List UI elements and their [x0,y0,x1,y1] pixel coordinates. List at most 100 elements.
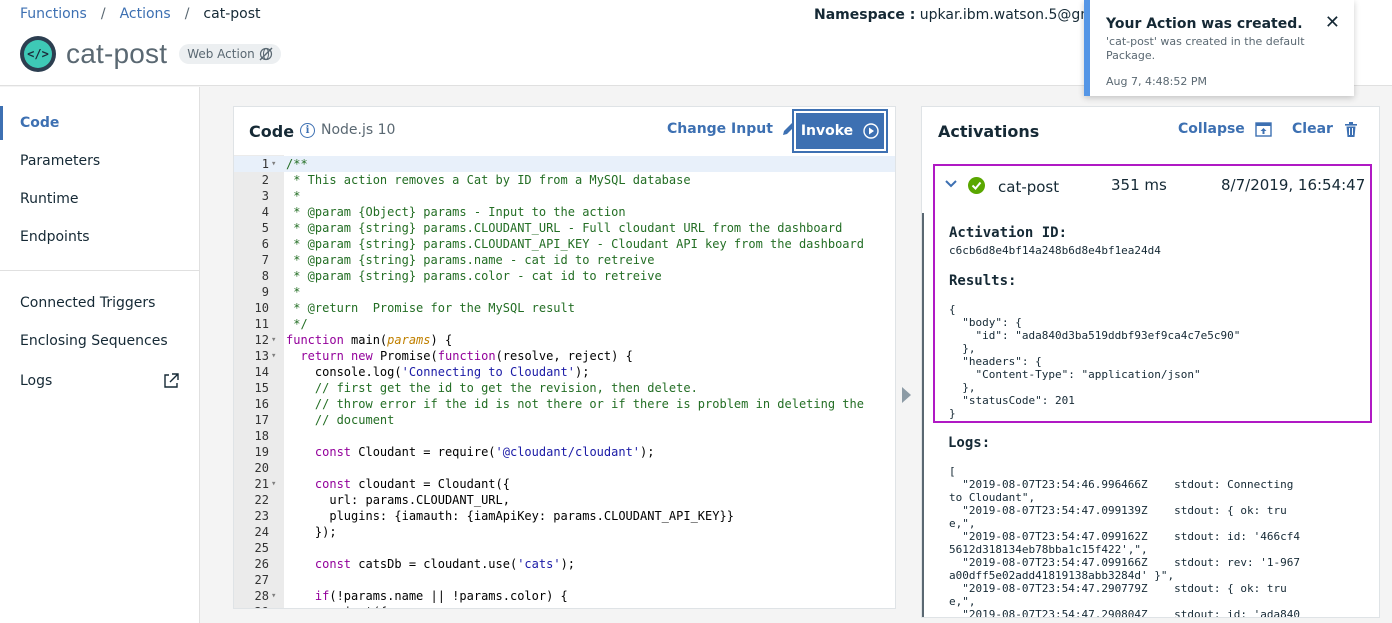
collapse-button[interactable]: Collapse [1178,121,1272,137]
breadcrumb-actions[interactable]: Actions [120,6,171,22]
external-link-icon[interactable] [163,373,179,389]
sidebar-item-enclosing-sequences[interactable]: Enclosing Sequences [20,333,168,349]
activation-duration: 351 ms [1111,176,1167,194]
code-line[interactable]: 16 // throw error if the id is not there… [234,396,895,412]
fold-arrow-icon[interactable]: ▾ [271,588,276,604]
change-input-button[interactable]: Change Input [667,121,797,137]
fold-arrow-icon[interactable]: ▾ [271,348,276,364]
activation-name: cat-post [998,178,1060,196]
line-number: 6 [261,237,269,251]
info-icon[interactable]: i [300,122,315,138]
code-line[interactable]: 15 // first get the id to get the revisi… [234,380,895,396]
code-line[interactable]: 19 const Cloudant = require('@cloudant/c… [234,444,895,460]
code-line[interactable]: 7 * @param {string} params.name - cat id… [234,252,895,268]
sidebar-item-runtime[interactable]: Runtime [20,191,78,207]
code-line[interactable]: 4 * @param {Object} params - Input to th… [234,204,895,220]
code-line[interactable]: 13 ▾ return new Promise(function(resolve,… [234,348,895,364]
web-disabled-icon [259,47,273,61]
code-text: }); [286,525,337,539]
code-line[interactable]: 26 const catsDb = cloudant.use('cats'); [234,556,895,572]
code-line[interactable]: 24 }); [234,524,895,540]
breadcrumb: Functions / Actions / cat-post [20,6,260,22]
page-title: cat-post [66,38,168,69]
line-number: 22 [254,493,269,507]
play-icon [863,123,879,139]
sidebar-item-connected-triggers[interactable]: Connected Triggers [20,295,155,311]
sidebar-item-logs[interactable]: Logs [20,373,52,389]
code-line[interactable]: 20 [234,460,895,476]
code-line[interactable]: 29 reject({ [234,604,895,608]
expand-arrow-icon[interactable] [902,387,911,403]
log-line: [ [949,465,956,478]
fold-arrow-icon[interactable]: ▾ [271,332,276,348]
code-text: function main(params) { [286,333,453,347]
fold-arrow-icon[interactable]: ▾ [271,156,276,172]
code-line[interactable]: 23 plugins: {iamauth: {iamApiKey: params… [234,508,895,524]
line-number: 19 [254,445,269,459]
code-line[interactable]: 25 [234,540,895,556]
code-line[interactable]: 10 * @return Promise for the MySQL resul… [234,300,895,316]
code-line[interactable]: 22 url: params.CLOUDANT_URL, [234,492,895,508]
activations-panel: Activations Collapse Clear cat-post 351 … [921,106,1380,618]
namespace-value[interactable]: upkar.ibm.watson.5@gma [920,7,1103,23]
code-line[interactable]: 12 ▾ function main(params) { [234,332,895,348]
sidebar-item-code[interactable]: Code [20,115,59,131]
code-text: * @param {string} params.CLOUDANT_API_KE… [286,237,864,251]
code-editor[interactable]: 1 ▾/** 2 * This action removes a Cat by ID… [234,155,895,608]
results-line: }, [949,381,976,394]
code-text: const cloudant = Cloudant({ [314,477,510,491]
clear-button[interactable]: Clear [1292,121,1357,137]
line-number: 26 [254,557,269,571]
code-line[interactable]: 27 [234,572,895,588]
results-line: "Content-Type": "application/json" [949,368,1201,381]
code-text: * @param {string} params.CLOUDANT_URL - … [286,221,843,235]
breadcrumb-separator: / [184,6,190,22]
activation-row[interactable]: cat-post 351 ms 8/7/2019, 16:54:47 [935,166,1370,208]
collapse-icon [1255,121,1272,137]
sidebar-item-parameters[interactable]: Parameters [20,153,100,169]
code-line[interactable]: 28 ▾ if(!params.name || !params.color) { [234,588,895,604]
fold-arrow-icon[interactable]: ▾ [271,476,276,492]
code-line[interactable]: 6 * @param {string} params.CLOUDANT_API_… [234,236,895,252]
code-line[interactable]: 3 * [234,188,895,204]
results-line: "statusCode": 201 [949,394,1075,407]
toast-title: Your Action was created. [1106,16,1303,32]
notification-toast: Your Action was created. 'cat-post' was … [1084,0,1354,96]
results-line: "body": { [949,316,1022,329]
close-icon[interactable]: ✕ [1325,12,1340,33]
code-text: * @param {string} params.name - cat id t… [286,253,655,267]
code-line[interactable]: 11 */ [234,316,895,332]
sidebar-item-endpoints[interactable]: Endpoints [20,229,90,245]
action-code-icon-inner: </> [24,40,52,68]
code-text: plugins: {iamauth: {iamApiKey: params.CL… [286,509,734,523]
code-line[interactable]: 5 * @param {string} params.CLOUDANT_URL … [234,220,895,236]
log-line: "2019-08-07T23:54:47.290779Z stdout: { o… [949,582,1287,595]
runtime-info: i Node.js 10 [300,122,395,138]
line-number: 15 [254,381,269,395]
line-number: 1 [261,157,269,171]
code-line[interactable]: 21 ▾ const cloudant = Cloudant({ [234,476,895,492]
log-line: "2019-08-07T23:54:46.996466Z stdout: Con… [949,478,1294,491]
line-number: 18 [254,429,269,443]
activation-card: cat-post 351 ms 8/7/2019, 16:54:47 Activ… [933,164,1372,423]
code-line[interactable]: 17 // document [234,412,895,428]
code-line[interactable]: 1 ▾ /** [234,156,895,172]
line-number: 20 [254,461,269,475]
line-number: 4 [261,205,269,219]
title-row: </> cat-post Web Action [20,36,281,72]
results-line: } [949,407,956,420]
chevron-down-icon[interactable] [944,177,958,191]
code-panel: Code i Node.js 10 Change Input Invoke 1 ▾… [233,106,896,609]
toast-body: 'cat-post' was created in the default Pa… [1106,35,1305,62]
code-line[interactable]: 2 * This action removes a Cat by ID from… [234,172,895,188]
code-text: // throw error if the id is not there or… [286,397,864,411]
code-line[interactable]: 9 * [234,284,895,300]
breadcrumb-functions[interactable]: Functions [20,6,87,22]
code-text: const catsDb = cloudant.use('cats'); [314,557,576,571]
line-number: 16 [254,397,269,411]
code-line[interactable]: 8 * @param {string} params.color - cat i… [234,268,895,284]
invoke-button[interactable]: Invoke [792,109,888,153]
breadcrumb-current: cat-post [203,6,261,22]
code-line[interactable]: 18 [234,428,895,444]
code-line[interactable]: 14 console.log('Connecting to Cloudant')… [234,364,895,380]
